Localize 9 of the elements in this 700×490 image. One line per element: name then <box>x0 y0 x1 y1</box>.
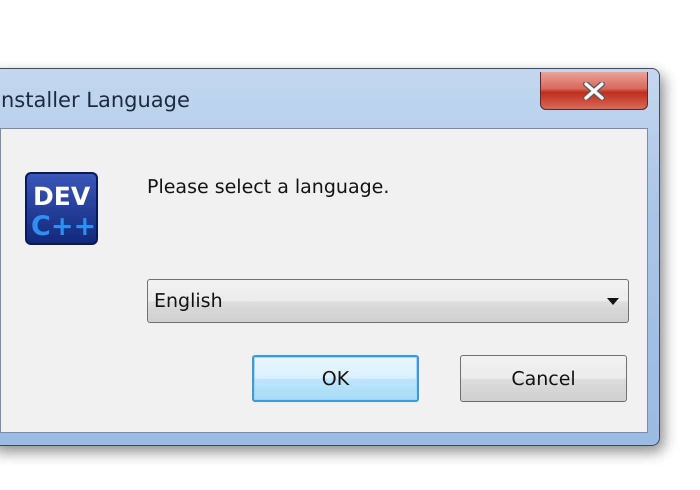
caret-icon <box>607 298 619 304</box>
language-dropdown[interactable]: English <box>147 279 629 323</box>
app-logo-icon: DEV C++ <box>25 172 98 245</box>
ok-button[interactable]: OK <box>252 355 419 402</box>
cancel-button[interactable]: Cancel <box>460 355 627 402</box>
close-icon <box>583 82 605 100</box>
window-title: nstaller Language <box>1 88 190 112</box>
close-button[interactable] <box>540 72 648 110</box>
prompt-text: Please select a language. <box>147 176 390 198</box>
